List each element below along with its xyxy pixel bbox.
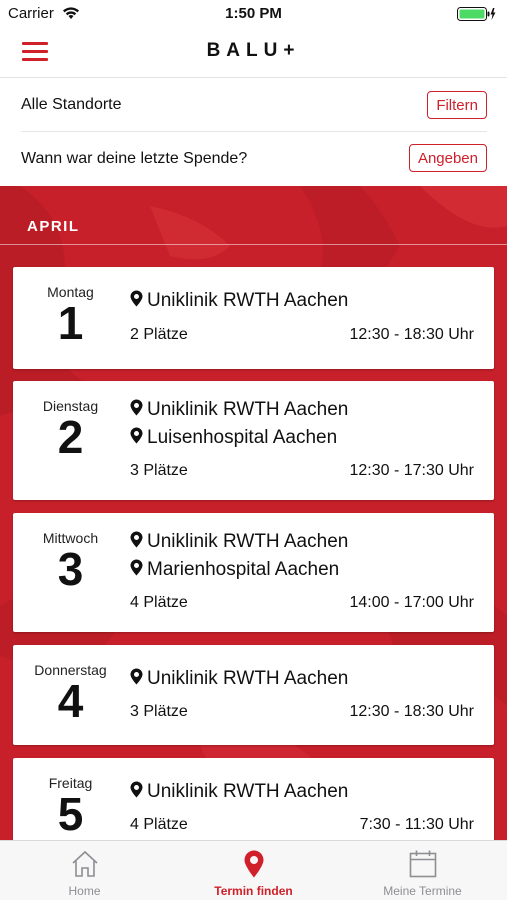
tab-termin-finden[interactable]: Termin finden [169,841,338,900]
tab-label: Termin finden [214,884,293,898]
month-header: APRIL [27,218,80,235]
location-name: Luisenhospital Aachen [147,427,338,448]
location-pin-icon [130,399,143,416]
appointment-card[interactable]: Freitag 5 Uniklinik RWTH Aachen 4 Plätze… [13,758,494,841]
places-count: 3 Plätze [130,703,188,720]
day-number: 3 [57,543,84,595]
battery-icon [457,7,496,21]
location-name: Marienhospital Aachen [147,559,340,580]
home-icon [72,850,98,877]
location-pin-icon [130,531,143,548]
status-bar: Carrier 1:50 PM [0,0,507,28]
location-line: Luisenhospital Aachen [130,427,337,449]
day-column: Dienstag 2 [13,381,128,460]
location-pin-icon [130,781,143,798]
app-header: BALU+ [0,28,507,78]
location-filter-row: Alle Standorte Filtern [0,79,507,132]
time-range: 14:00 - 17:00 Uhr [349,594,474,611]
day-number: 5 [57,788,84,840]
appointment-card[interactable]: Dienstag 2 Uniklinik RWTH Aachen Luisenh… [13,381,494,500]
location-line: Uniklinik RWTH Aachen [130,781,348,803]
location-name: Uniklinik RWTH Aachen [147,531,349,552]
month-divider [0,244,507,245]
tab-label: Meine Termine [383,884,462,898]
location-line: Uniklinik RWTH Aachen [130,290,348,312]
appointment-card[interactable]: Montag 1 Uniklinik RWTH Aachen 2 Plätze … [13,267,494,369]
day-column: Freitag 5 [13,758,128,837]
day-number: 1 [57,297,84,349]
location-line: Uniklinik RWTH Aachen [130,531,348,553]
places-count: 4 Plätze [130,594,188,611]
location-name: Uniklinik RWTH Aachen [147,399,349,420]
tab-label: Home [68,884,101,898]
filter-button[interactable]: Filtern [427,91,487,119]
location-line: Uniklinik RWTH Aachen [130,399,348,421]
location-label: Alle Standorte [21,96,122,113]
location-name: Uniklinik RWTH Aachen [147,290,349,311]
location-line: Uniklinik RWTH Aachen [130,668,348,690]
location-pin-icon [130,668,143,685]
day-number: 4 [57,675,84,727]
app-logo: BALU+ [206,40,301,61]
appointment-card[interactable]: Donnerstag 4 Uniklinik RWTH Aachen 3 Plä… [13,645,494,745]
location-name: Uniklinik RWTH Aachen [147,781,349,802]
time-range: 12:30 - 17:30 Uhr [349,462,474,479]
appointment-card[interactable]: Mittwoch 3 Uniklinik RWTH Aachen Marienh… [13,513,494,632]
day-number: 2 [57,411,84,463]
specify-button[interactable]: Angeben [408,144,487,172]
location-pin-icon [130,559,143,576]
status-time: 1:50 PM [225,5,282,22]
places-count: 2 Plätze [130,326,188,343]
tab-meine-termine[interactable]: Meine Termine [338,841,507,900]
appointment-list[interactable]: APRIL Montag 1 Uniklinik RWTH Aachen 2 P… [0,186,507,841]
day-column: Mittwoch 3 [13,513,128,592]
map-pin-icon [244,850,264,878]
day-column: Donnerstag 4 [13,645,128,724]
day-column: Montag 1 [13,267,128,346]
location-pin-icon [130,290,143,307]
last-donation-label: Wann war deine letzte Spende? [21,150,248,167]
tab-bar: Home Termin finden Meine Termine [0,840,507,900]
location-line: Marienhospital Aachen [130,559,339,581]
places-count: 3 Plätze [130,462,188,479]
time-range: 12:30 - 18:30 Uhr [349,326,474,343]
location-pin-icon [130,427,143,444]
calendar-icon [409,850,437,878]
last-donation-row: Wann war deine letzte Spende? Angeben [0,132,507,186]
time-range: 12:30 - 18:30 Uhr [349,703,474,720]
places-count: 4 Plätze [130,816,188,833]
location-name: Uniklinik RWTH Aachen [147,668,349,689]
time-range: 7:30 - 11:30 Uhr [359,816,474,833]
tab-home[interactable]: Home [0,841,169,900]
